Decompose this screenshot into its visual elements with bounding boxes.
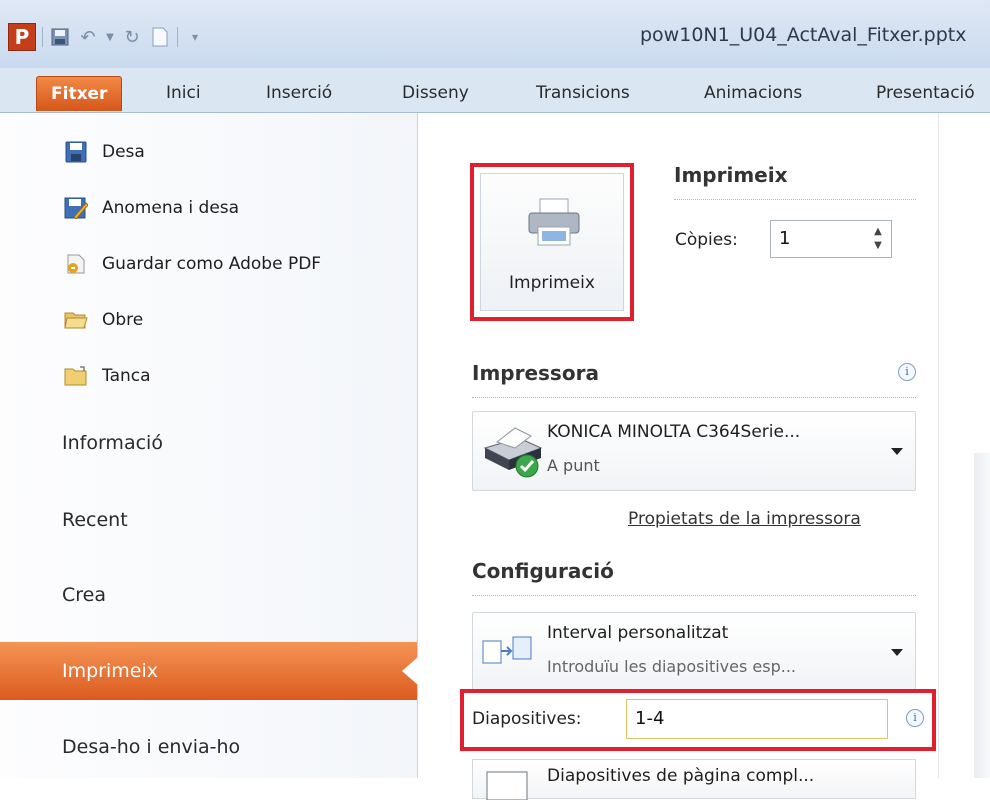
tab-design[interactable]: Disseny <box>388 76 483 110</box>
title-bar: P ↶ ▼ ↻ ▾ pow10N1_U04_ActAval_Fitxer.ppt… <box>0 0 990 69</box>
printer-icon <box>528 198 580 246</box>
full-page-slide-icon <box>486 771 528 800</box>
open-command[interactable]: Obre <box>62 305 143 335</box>
save-icon <box>62 140 90 164</box>
tab-file[interactable]: Fitxer <box>36 76 123 111</box>
printer-ready-icon <box>483 427 543 478</box>
increment-icon[interactable]: ▲ <box>871 225 885 239</box>
slides-range-row: Diapositives: i <box>460 689 936 751</box>
slide-layout-dropdown[interactable]: Diapositives de pàgina compl... <box>472 759 916 800</box>
powerpoint-logo-icon[interactable]: P <box>8 23 36 51</box>
undo-icon[interactable]: ↶ <box>77 26 99 48</box>
toolbar-separator <box>42 27 43 47</box>
print-range-dropdown[interactable]: Interval personalitzat Introduïu les dia… <box>472 612 916 692</box>
printer-status: A punt <box>547 456 600 475</box>
tab-insert[interactable]: Inserció <box>252 76 346 110</box>
printer-dropdown[interactable]: KONICA MINOLTA C364Serie... A punt <box>472 411 916 491</box>
copies-spin-buttons[interactable]: ▲ ▼ <box>871 225 885 253</box>
decrement-icon[interactable]: ▼ <box>871 239 885 253</box>
tab-slideshow[interactable]: Presentació <box>862 76 989 110</box>
nav-recent[interactable]: Recent <box>0 491 417 549</box>
print-range-description: Introduïu les diapositives esp... <box>547 657 797 676</box>
slides-label: Diapositives: <box>472 709 582 729</box>
chevron-down-icon <box>891 649 903 656</box>
save-as-pdf-command[interactable]: Guardar como Adobe PDF <box>62 249 321 279</box>
slides-input-frame[interactable] <box>626 699 888 739</box>
chevron-down-icon <box>891 448 903 455</box>
copies-stepper[interactable]: ▲▼ <box>770 220 892 258</box>
printer-heading: Impressora <box>472 361 599 385</box>
nav-print[interactable]: Imprimeix <box>0 642 418 700</box>
nav-info[interactable]: Informació <box>0 414 417 472</box>
copies-label: Còpies: <box>675 230 738 250</box>
divider <box>674 199 916 200</box>
divider <box>472 595 916 596</box>
print-heading: Imprimeix <box>674 163 788 187</box>
customize-toolbar-icon[interactable]: ▾ <box>184 26 206 48</box>
info-icon[interactable]: i <box>906 709 924 727</box>
print-button-label: Imprimeix <box>509 273 595 293</box>
dropdown-arrow-icon[interactable]: ▼ <box>105 26 115 48</box>
print-range-title: Interval personalitzat <box>547 623 729 643</box>
pdf-icon <box>62 252 90 276</box>
info-icon[interactable]: i <box>898 363 916 381</box>
ribbon-tab-bar: Fitxer Inici Inserció Disseny Transicion… <box>0 68 990 113</box>
quick-access-toolbar: P ↶ ▼ ↻ ▾ <box>8 22 206 52</box>
save-as-pdf-label: Guardar como Adobe PDF <box>102 254 322 274</box>
redo-icon[interactable]: ↻ <box>121 26 143 48</box>
tab-transitions[interactable]: Transicions <box>522 76 644 110</box>
document-title: pow10N1_U04_ActAval_Fitxer.pptx <box>640 24 967 46</box>
tab-home[interactable]: Inici <box>152 76 215 110</box>
toolbar-separator <box>177 27 178 47</box>
settings-heading: Configuració <box>472 559 614 583</box>
slide-layout-title: Diapositives de pàgina compl... <box>547 766 815 786</box>
nav-new[interactable]: Crea <box>0 566 417 624</box>
new-document-icon[interactable] <box>149 26 171 48</box>
backstage-menu: Desa Anomena i desa Guardar como Adobe P… <box>0 113 418 778</box>
save-label: Desa <box>102 142 145 162</box>
custom-range-icon <box>482 636 532 664</box>
divider <box>472 397 916 398</box>
close-command[interactable]: Tanca <box>62 361 151 391</box>
printer-name: KONICA MINOLTA C364Serie... <box>547 422 801 442</box>
print-button[interactable]: Imprimeix <box>470 163 634 321</box>
print-panel: Imprimeix Imprimeix Còpies: ▲▼ Impressor… <box>418 113 990 800</box>
save-as-label: Anomena i desa <box>102 198 240 218</box>
close-label: Tanca <box>102 366 151 386</box>
save-as-icon <box>62 196 90 220</box>
copies-input[interactable] <box>777 227 861 250</box>
save-as-command[interactable]: Anomena i desa <box>62 193 239 223</box>
save-icon[interactable] <box>49 26 71 48</box>
tab-animations[interactable]: Animacions <box>690 76 816 110</box>
open-label: Obre <box>102 310 144 330</box>
printer-properties-link[interactable]: Propietats de la impressora <box>628 509 861 529</box>
preview-page-edge <box>974 453 990 778</box>
slides-input[interactable] <box>633 707 877 730</box>
folder-close-icon <box>62 364 90 388</box>
nav-save-send[interactable]: Desa-ho i envia-ho <box>0 718 417 776</box>
folder-open-icon <box>62 308 90 332</box>
save-command[interactable]: Desa <box>62 137 145 167</box>
